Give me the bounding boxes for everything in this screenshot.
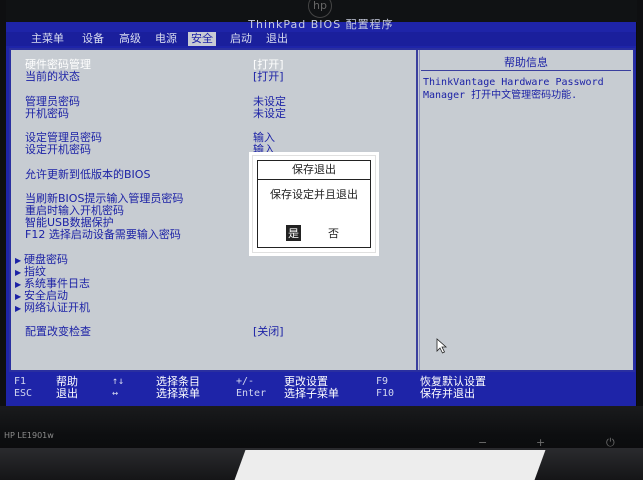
key-plusminus: +/- <box>236 376 255 387</box>
dialog-message: 保存设定并且退出 <box>270 188 358 201</box>
key-leftright: ↔ <box>112 388 119 399</box>
triangle-right-icon: ▶ <box>15 304 22 313</box>
submenu-network-auth[interactable]: ▶ 网络认证开机 <box>15 301 90 315</box>
key-f9: F9 <box>376 376 389 387</box>
dialog-yes-button[interactable]: 是 <box>286 225 301 241</box>
setting-allow-bios-downgrade[interactable]: 允许更新到低版本的BIOS <box>25 168 150 181</box>
save-exit-dialog: 保存退出 保存设定并且退出 是 否 <box>252 155 376 253</box>
dialog-no-button[interactable]: 否 <box>326 225 341 241</box>
key-f10-desc: 保存并退出 <box>420 387 475 400</box>
monitor-bezel-right <box>637 0 643 420</box>
bios-title: ThinkPad BIOS 配置程序 <box>248 18 394 31</box>
bios-menu-bar: 主菜单 设备 高级 电源 安全 启动 退出 <box>6 32 636 46</box>
setting-poweron-password-value: 未设定 <box>253 107 286 120</box>
setting-config-change-check[interactable]: 配置改变检查 <box>25 325 91 338</box>
monitor-stand <box>234 450 546 480</box>
setting-current-state-value[interactable]: [打开] <box>253 70 284 83</box>
setting-f12-boot-password[interactable]: F12 选择启动设备需要输入密码 <box>25 228 181 241</box>
setting-config-change-check-value[interactable]: [关闭] <box>253 325 284 338</box>
menu-tab-security[interactable]: 安全 <box>188 32 216 46</box>
key-f1: F1 <box>14 376 27 387</box>
key-enter-desc: 选择子菜单 <box>284 387 339 400</box>
help-text: ThinkVantage Hardware Password Manager 打… <box>423 77 604 101</box>
key-f10: F10 <box>376 388 395 399</box>
menu-tab-devices[interactable]: 设备 <box>79 32 107 46</box>
mouse-pointer-icon <box>436 338 448 354</box>
dialog-title: 保存退出 <box>258 161 370 180</box>
menu-tab-advanced[interactable]: 高级 <box>116 32 144 46</box>
setting-current-state[interactable]: 当前的状态 <box>25 70 80 83</box>
key-legend-footer: F1 帮助 ESC 退出 ↑↓ 选择条目 ↔ 选择菜单 +/- 更改设置 Ent… <box>6 372 636 406</box>
panel-divider <box>416 50 418 370</box>
submenu-network-auth-label: 网络认证开机 <box>24 301 90 314</box>
help-title: 帮助信息 <box>504 56 548 69</box>
key-esc: ESC <box>14 388 33 399</box>
key-esc-desc: 退出 <box>56 387 78 400</box>
menu-tab-startup[interactable]: 启动 <box>227 32 255 46</box>
bios-screen: ThinkPad BIOS 配置程序 主菜单 设备 高级 电源 安全 启动 退出… <box>6 18 636 406</box>
menu-tab-exit[interactable]: 退出 <box>263 32 291 46</box>
dialog-frame: 保存退出 保存设定并且退出 是 否 <box>257 160 371 248</box>
key-leftright-desc: 选择菜单 <box>156 387 200 400</box>
setting-set-poweron-password[interactable]: 设定开机密码 <box>25 143 91 156</box>
key-updown: ↑↓ <box>112 376 125 387</box>
key-enter: Enter <box>236 388 267 399</box>
panel-divider-inner <box>419 50 420 370</box>
monitor-model-label: HP LE1901w <box>4 431 54 440</box>
menu-tab-main[interactable]: 主菜单 <box>28 32 67 46</box>
help-divider <box>421 70 631 71</box>
setting-poweron-password: 开机密码 <box>25 107 69 120</box>
menu-tab-power[interactable]: 电源 <box>152 32 180 46</box>
